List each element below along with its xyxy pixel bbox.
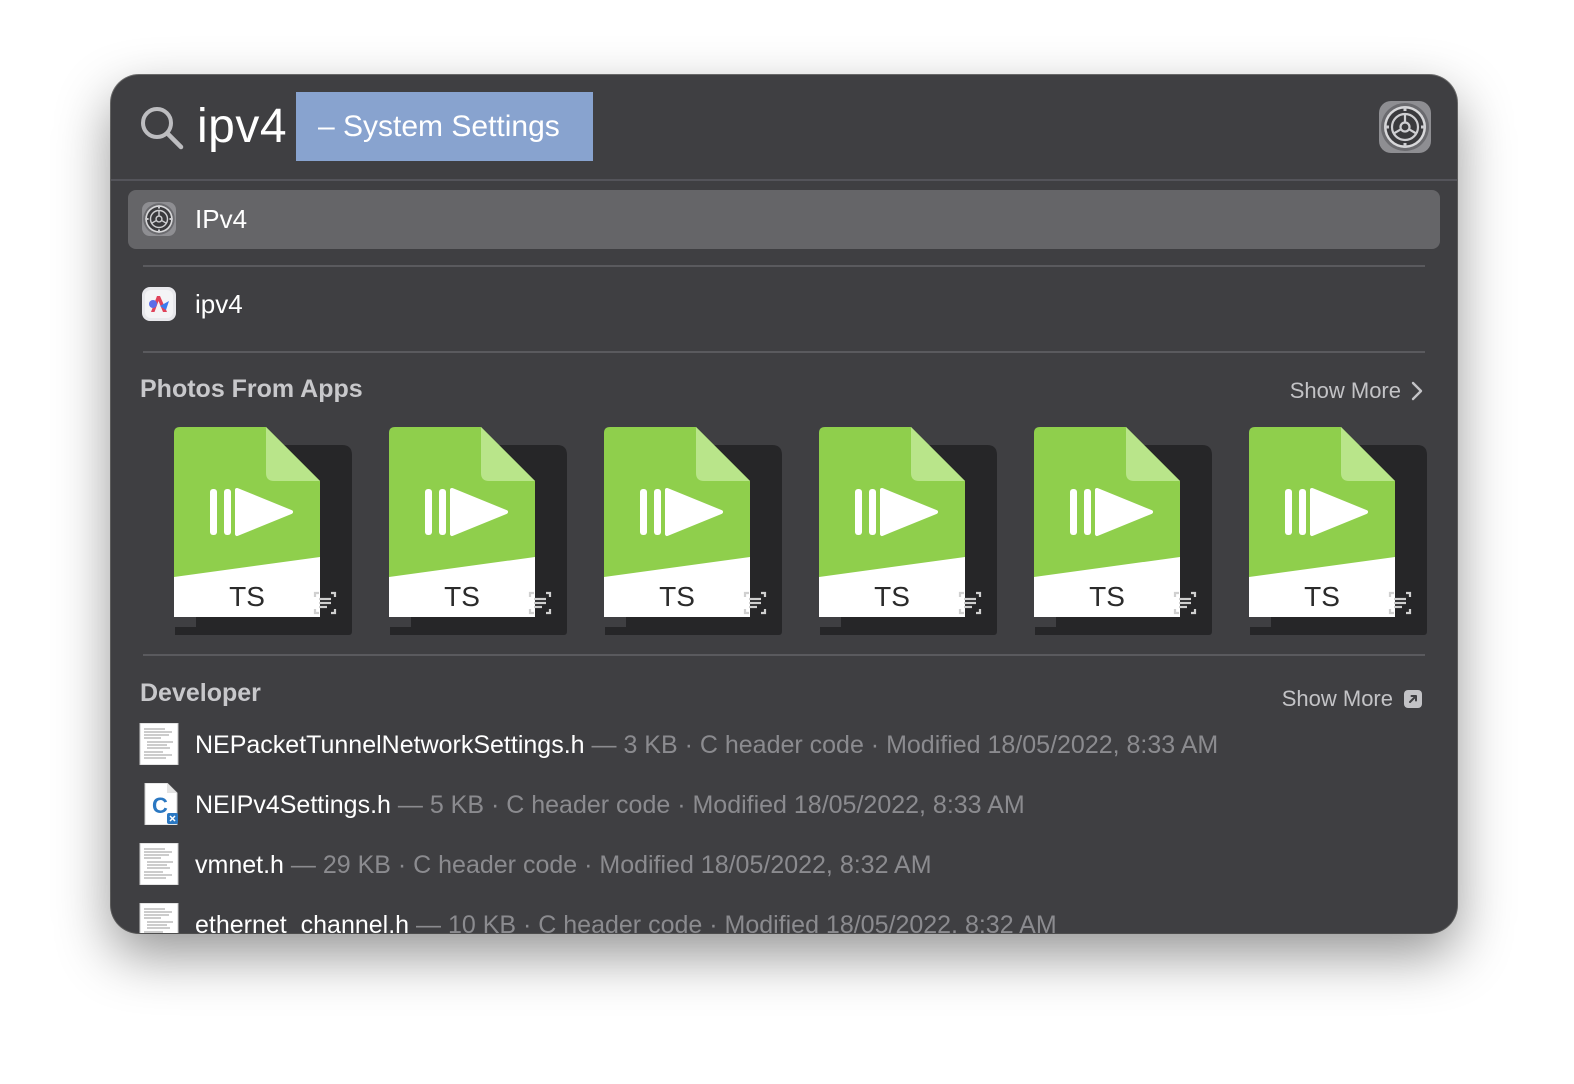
search-bar[interactable]: ipv4 – System Settings: [111, 75, 1457, 181]
show-more-developer-button[interactable]: Show More: [1282, 686, 1423, 712]
file-type-label: TS: [659, 581, 695, 612]
section-title-developer: Developer: [140, 679, 261, 707]
result-row-feedback[interactable]: ipv4: [128, 275, 1440, 334]
file-name: ethernet_channel.h: [195, 911, 410, 933]
system-settings-icon: [1379, 101, 1431, 153]
search-completion-suggestion[interactable]: – System Settings: [296, 92, 593, 161]
developer-result-row[interactable]: ethernet_channel.h — 10 KB · C header co…: [139, 903, 1439, 933]
ts-file-icon: TS: [1247, 425, 1429, 637]
spotlight-window: ipv4 – System Settings IPv4 ipv4 Photos …: [111, 75, 1457, 933]
file-name: vmnet.h: [195, 851, 284, 879]
ts-file-icon: TS: [1032, 425, 1214, 637]
file-type-label: TS: [229, 581, 265, 612]
file-type-label: TS: [1304, 581, 1340, 612]
developer-result-row[interactable]: NEPacketTunnelNetworkSettings.h — 3 KB ·…: [139, 723, 1439, 767]
result-row-system-settings[interactable]: IPv4: [128, 190, 1440, 249]
divider: [143, 654, 1425, 656]
developer-result-text: vmnet.h — 29 KB · C header code · Modifi…: [195, 843, 932, 887]
divider: [111, 179, 1457, 181]
file-meta: — 29 KB · C header code · Modified 18/05…: [283, 851, 932, 879]
ts-file-icon: TS: [602, 425, 784, 637]
ts-file-icon: TS: [817, 425, 999, 637]
file-type-label: TS: [444, 581, 480, 612]
developer-result-row[interactable]: C NEIPv4Settings.h — 5 KB · C header cod…: [139, 783, 1439, 827]
file-type-label: TS: [1089, 581, 1125, 612]
result-label: IPv4: [195, 204, 248, 234]
chevron-right-icon: [1411, 381, 1423, 401]
show-more-photos-button[interactable]: Show More: [1290, 378, 1423, 404]
developer-result-text: NEPacketTunnelNetworkSettings.h — 3 KB ·…: [195, 723, 1218, 767]
document-icon: [139, 723, 179, 765]
show-more-label: Show More: [1289, 378, 1401, 403]
photo-thumbnail[interactable]: TS: [1032, 425, 1214, 637]
ts-file-icon: TS: [172, 425, 354, 637]
file-meta: — 10 KB · C header code · Modified 18/05…: [409, 911, 1057, 933]
result-label: ipv4: [195, 289, 243, 319]
file-name: NEPacketTunnelNetworkSettings.h: [195, 731, 585, 759]
file-meta: — 5 KB · C header code · Modified 18/05/…: [390, 791, 1025, 819]
open-external-icon: [1404, 690, 1422, 708]
photo-thumbnail[interactable]: TS: [1247, 425, 1429, 637]
search-input[interactable]: ipv4: [197, 97, 287, 157]
file-meta: — 3 KB · C header code · Modified 18/05/…: [584, 731, 1219, 759]
ts-file-icon: TS: [387, 425, 569, 637]
system-settings-icon: [142, 202, 176, 236]
feedback-assistant-icon: [142, 287, 176, 321]
file-type-label: TS: [874, 581, 910, 612]
document-icon: [139, 903, 179, 933]
developer-result-row[interactable]: vmnet.h — 29 KB · C header code · Modifi…: [139, 843, 1439, 887]
divider: [143, 351, 1425, 353]
divider: [143, 265, 1425, 267]
c-header-icon: C: [144, 783, 178, 825]
section-title-photos: Photos From Apps: [140, 375, 363, 403]
photo-thumbnail[interactable]: TS: [817, 425, 999, 637]
photo-thumbnail[interactable]: TS: [387, 425, 569, 637]
photo-thumbnail[interactable]: TS: [172, 425, 354, 637]
svg-text:C: C: [152, 793, 168, 818]
search-icon: [141, 107, 184, 150]
file-name: NEIPv4Settings.h: [195, 791, 391, 819]
developer-result-text: NEIPv4Settings.h — 5 KB · C header code …: [195, 783, 1025, 827]
show-more-label: Show More: [1281, 686, 1393, 711]
developer-result-text: ethernet_channel.h — 10 KB · C header co…: [195, 903, 1057, 933]
photo-thumbnail[interactable]: TS: [602, 425, 784, 637]
document-icon: [139, 843, 179, 885]
